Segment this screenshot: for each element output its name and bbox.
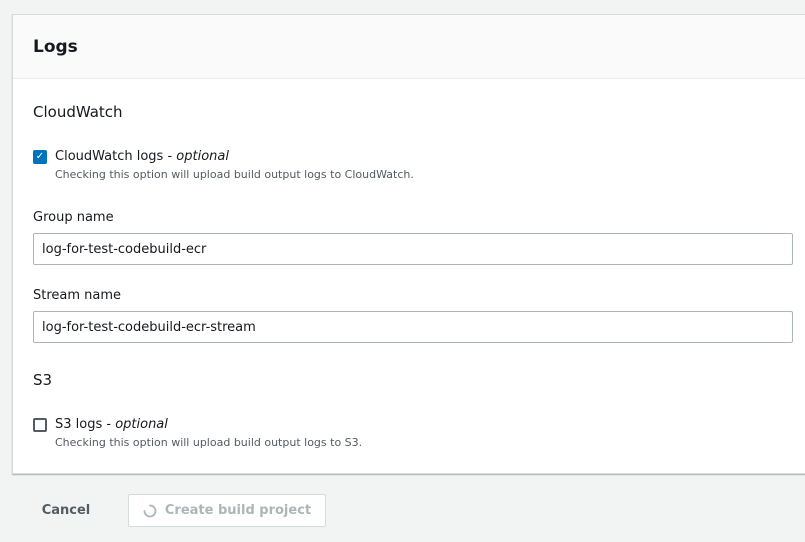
s3-logs-option: S3 logs - optional Checking this option … xyxy=(33,417,362,449)
create-build-project-button[interactable]: Create build project xyxy=(128,494,326,527)
s3-logs-text: S3 logs - optional Checking this option … xyxy=(55,417,362,449)
logs-panel: Logs CloudWatch ✓ CloudWatch logs - opti… xyxy=(12,14,805,474)
s3-logs-checkbox[interactable] xyxy=(33,418,47,432)
cloudwatch-logs-option: ✓ CloudWatch logs - optional Checking th… xyxy=(33,149,414,181)
s3-logs-label[interactable]: S3 logs - optional xyxy=(55,417,362,433)
cloudwatch-logs-label-text: CloudWatch logs - xyxy=(55,149,177,164)
cloudwatch-section-title: CloudWatch xyxy=(33,103,123,121)
create-build-project-label: Create build project xyxy=(164,503,312,518)
panel-header: Logs xyxy=(13,15,805,79)
cloudwatch-logs-description: Checking this option will upload build o… xyxy=(55,168,414,181)
optional-tag: optional xyxy=(115,417,168,432)
panel-title: Logs xyxy=(33,36,78,57)
group-name-input[interactable] xyxy=(33,233,793,265)
spinner-icon xyxy=(143,504,157,518)
s3-section-title: S3 xyxy=(33,371,53,389)
s3-logs-description: Checking this option will upload build o… xyxy=(55,436,363,449)
group-name-label: Group name xyxy=(33,210,114,225)
stream-name-label: Stream name xyxy=(33,288,122,303)
cloudwatch-logs-label[interactable]: CloudWatch logs - optional xyxy=(55,149,414,165)
cloudwatch-logs-text: CloudWatch logs - optional Checking this… xyxy=(55,149,414,181)
s3-logs-label-text: S3 logs - xyxy=(55,417,116,432)
checkmark-icon: ✓ xyxy=(35,151,45,162)
cancel-button[interactable]: Cancel xyxy=(30,495,102,527)
stream-name-input[interactable] xyxy=(33,311,793,343)
optional-tag: optional xyxy=(176,149,229,164)
form-actions: Cancel Create build project xyxy=(30,494,326,527)
cloudwatch-logs-checkbox[interactable]: ✓ xyxy=(33,150,47,164)
